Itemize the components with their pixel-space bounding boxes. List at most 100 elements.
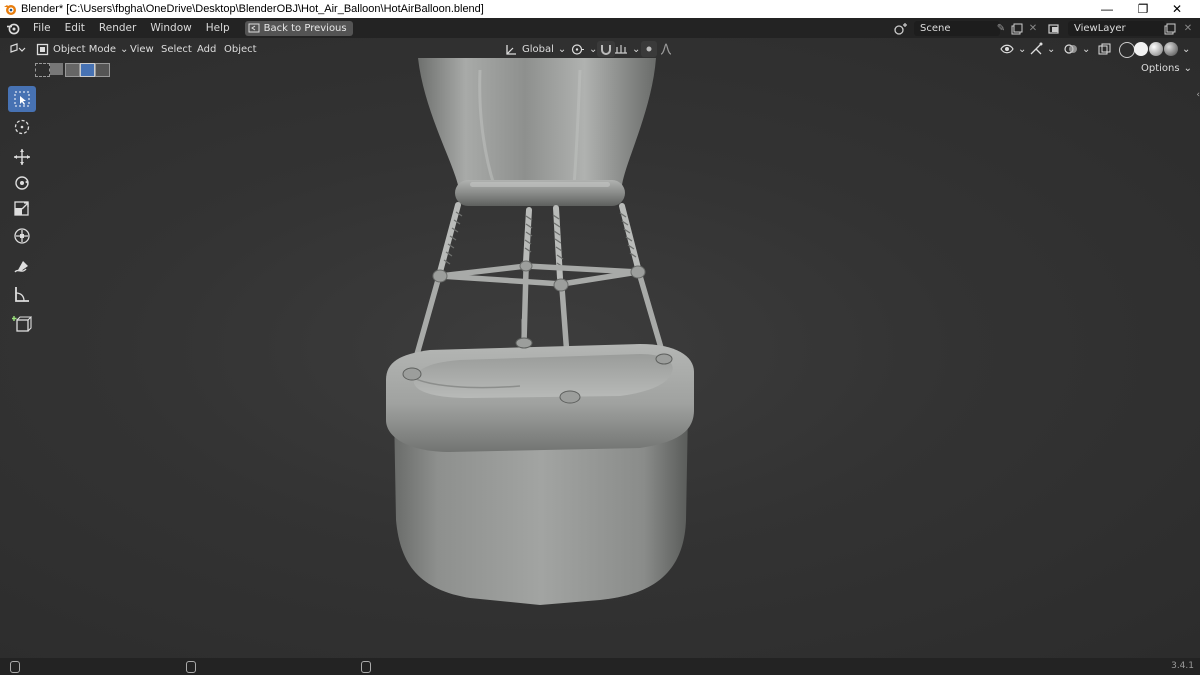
gizmo-icon xyxy=(1030,42,1043,55)
magnet-icon xyxy=(601,45,611,55)
new-scene-icon[interactable] xyxy=(1009,21,1025,36)
select-mode-intersect-icon[interactable] xyxy=(95,63,110,77)
options-label: Options xyxy=(1141,63,1180,74)
menu-render[interactable]: Render xyxy=(92,18,143,38)
pin-scene-icon[interactable]: ✎ xyxy=(993,21,1009,36)
new-view-layer-icon[interactable] xyxy=(1162,21,1178,36)
minimize-icon: — xyxy=(1101,2,1113,16)
object-mode-dropdown[interactable]: Object Mode ⌄ xyxy=(36,41,128,57)
view-menu-label: View xyxy=(130,43,154,55)
selectability-visibility-icon xyxy=(1000,44,1014,54)
back-to-previous-label: Back to Previous xyxy=(263,22,347,34)
select-menu[interactable]: Select xyxy=(161,41,192,57)
gizmo-toggle[interactable]: ⌄ xyxy=(1029,41,1055,57)
restore-icon: ❐ xyxy=(1137,2,1149,16)
select-mode-extend-icon[interactable] xyxy=(50,63,63,75)
close-icon: ✕ xyxy=(1171,2,1183,16)
blender-logo-icon xyxy=(4,5,16,15)
shading-options-dropdown[interactable]: ⌄ xyxy=(1182,41,1190,57)
chevron-down-icon: ⌄ xyxy=(1182,43,1191,55)
pivot-point-icon xyxy=(571,43,584,55)
chevron-down-icon: ⌄ xyxy=(120,43,129,55)
menu-window[interactable]: Window xyxy=(143,18,198,38)
scene-selector-icon[interactable] xyxy=(893,21,909,36)
orientation-global-icon xyxy=(506,44,516,55)
rotate-icon xyxy=(15,176,29,190)
annotate-tool[interactable] xyxy=(8,254,36,280)
editor-type-button[interactable] xyxy=(8,41,26,57)
transform-icon xyxy=(14,228,30,244)
annotate-icon xyxy=(14,261,28,273)
menu-file[interactable]: File xyxy=(26,18,58,38)
sidebar-toggle-icon[interactable]: ‹ xyxy=(1196,90,1200,100)
blender-version: 3.4.1 xyxy=(1171,661,1194,671)
wireframe-shading-button[interactable] xyxy=(1119,42,1135,58)
window-title-bar: Blender* [C:\Users\fbgha\OneDrive\Deskto… xyxy=(0,0,1200,18)
chevron-down-icon: ⌄ xyxy=(1018,43,1027,55)
view-layer-name: ViewLayer xyxy=(1074,23,1126,34)
scene-name-field[interactable]: Scene xyxy=(914,21,1000,36)
rotate-tool[interactable] xyxy=(8,170,36,196)
proportional-editing-toggle[interactable] xyxy=(641,41,657,57)
overlays-icon xyxy=(1064,44,1077,54)
add-menu[interactable]: Add xyxy=(197,41,216,57)
view-layer-name-field[interactable]: ViewLayer xyxy=(1068,21,1166,36)
select-mode-new-icon[interactable] xyxy=(35,63,50,77)
chevron-down-icon: ⌄ xyxy=(1082,43,1091,55)
delete-view-layer-icon[interactable]: ✕ xyxy=(1180,21,1196,36)
mouse-middle-icon xyxy=(186,661,196,673)
proportional-falloff-dropdown[interactable] xyxy=(660,41,672,57)
cursor-tool[interactable] xyxy=(8,114,36,140)
object-menu[interactable]: Object xyxy=(224,41,257,57)
snap-toggle[interactable] xyxy=(597,41,615,57)
transform-tool[interactable] xyxy=(8,223,36,249)
select-box-icon xyxy=(14,91,30,107)
proportional-edit-icon xyxy=(646,46,652,52)
add-menu-label: Add xyxy=(197,43,217,55)
view-menu[interactable]: View xyxy=(130,41,154,57)
menu-help[interactable]: Help xyxy=(199,18,237,38)
overlays-toggle[interactable]: ⌄ xyxy=(1064,41,1090,57)
snap-target-dropdown[interactable]: ⌄ xyxy=(614,41,640,57)
scale-tool[interactable] xyxy=(8,196,36,222)
xray-toggle[interactable] xyxy=(1098,41,1111,57)
move-icon xyxy=(14,149,30,165)
falloff-curve-icon xyxy=(660,43,672,55)
cursor-icon xyxy=(14,119,30,135)
scene-name: Scene xyxy=(920,23,951,34)
chevron-down-icon: ⌄ xyxy=(1183,63,1192,74)
object-mode-label: Object Mode xyxy=(53,43,116,55)
mouse-left-icon xyxy=(10,661,20,673)
viewport-scene[interactable] xyxy=(0,38,1200,658)
window-title: Blender* [C:\Users\fbgha\OneDrive\Deskto… xyxy=(21,3,484,15)
pivot-point-dropdown[interactable]: ⌄ xyxy=(571,41,597,57)
rendered-shading-button[interactable] xyxy=(1164,42,1178,56)
xray-icon xyxy=(1098,43,1111,54)
select-mode-invert-icon[interactable] xyxy=(80,63,95,77)
move-tool[interactable] xyxy=(8,144,36,170)
visibility-dropdown[interactable]: ⌄ xyxy=(1000,41,1026,57)
close-button[interactable]: ✕ xyxy=(1154,0,1200,18)
material-preview-shading-button[interactable] xyxy=(1149,42,1163,56)
measure-icon xyxy=(15,287,29,302)
scale-icon xyxy=(14,201,29,216)
measure-tool[interactable] xyxy=(8,281,36,307)
chevron-down-icon: ⌄ xyxy=(557,43,567,55)
select-box-tool[interactable] xyxy=(8,86,36,112)
select-menu-label: Select xyxy=(161,43,192,55)
add-cube-tool[interactable] xyxy=(8,311,36,337)
screen-back-icon xyxy=(248,23,260,33)
object-mode-icon xyxy=(36,43,49,55)
solid-shading-button[interactable] xyxy=(1134,42,1148,56)
3d-viewport-editor-icon xyxy=(10,43,26,53)
menu-edit[interactable]: Edit xyxy=(58,18,92,38)
select-mode-subtract-icon[interactable] xyxy=(65,63,80,77)
snap-increment-icon xyxy=(615,45,627,54)
back-to-previous-button[interactable]: Back to Previous xyxy=(244,20,353,36)
3d-viewport[interactable]: Options ⌄ ‹ xyxy=(0,38,1200,658)
view-layer-selector-icon[interactable] xyxy=(1047,21,1063,36)
options-dropdown[interactable]: Options ⌄ xyxy=(1141,63,1192,74)
transform-orientation-dropdown[interactable]: Global ⌄ xyxy=(505,41,566,57)
delete-scene-icon[interactable]: ✕ xyxy=(1025,21,1041,36)
blender-menu-icon[interactable] xyxy=(6,21,20,35)
